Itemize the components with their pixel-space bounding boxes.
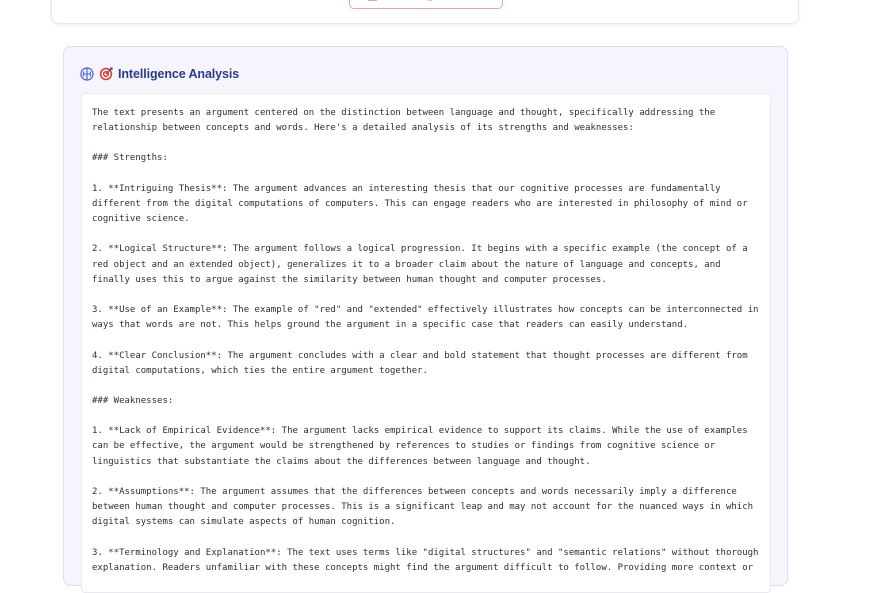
target-icon xyxy=(99,67,113,81)
analysis-header: Intelligence Analysis xyxy=(80,65,239,83)
intelligence-analysis-panel: Intelligence Analysis The text presents … xyxy=(63,46,788,593)
button-label-fragment xyxy=(428,0,432,1)
button-icon xyxy=(368,0,377,1)
previous-card xyxy=(51,0,799,24)
analysis-text: The text presents an argument centered o… xyxy=(92,108,759,573)
analysis-content: The text presents an argument centered o… xyxy=(81,93,771,593)
brain-icon xyxy=(80,67,94,81)
action-button[interactable] xyxy=(349,0,503,9)
analysis-title: Intelligence Analysis xyxy=(118,67,240,81)
